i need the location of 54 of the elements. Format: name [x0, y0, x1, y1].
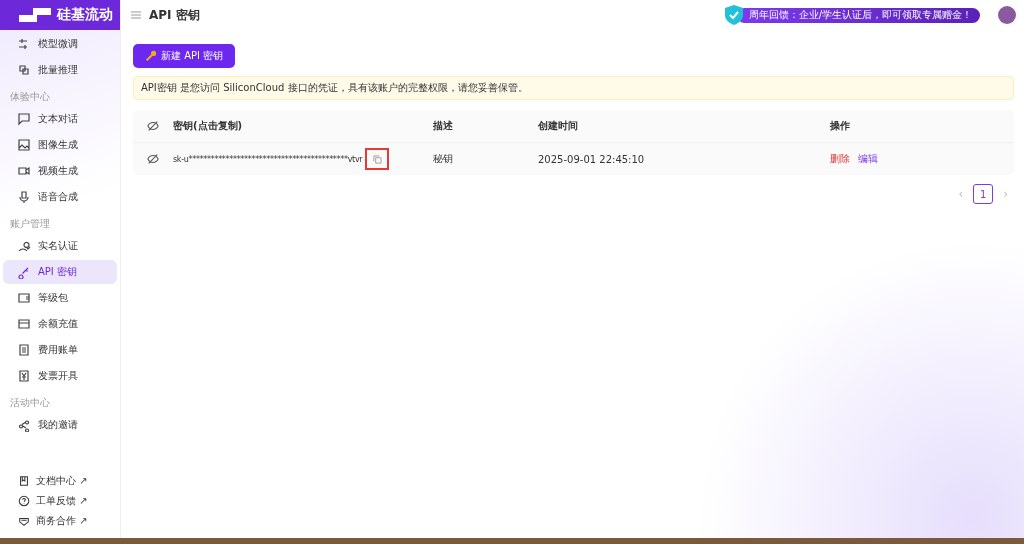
copy-icon: [372, 154, 382, 164]
sidebar-item[interactable]: 视频生成: [3, 159, 117, 183]
new-api-key-button[interactable]: 新建 API 密钥: [133, 44, 236, 68]
sidebar-link[interactable]: 工单反馈 ↗: [36, 494, 88, 508]
image-icon: [17, 138, 31, 152]
key-icon: [145, 50, 157, 62]
sidebar-item[interactable]: 发票开具: [3, 364, 117, 388]
action-link[interactable]: 编辑: [858, 152, 878, 166]
wallet-icon: [17, 291, 31, 305]
sidebar-item[interactable]: 批量推理: [3, 58, 117, 82]
api-key-value[interactable]: sk-u*******************************************vtvr: [173, 154, 363, 164]
sidebar-item[interactable]: 实名认证: [3, 234, 117, 258]
user-icon: [17, 239, 31, 253]
group-label: 体验中心: [9, 90, 51, 104]
card-icon: [17, 317, 31, 331]
group-label: 活动中心: [9, 396, 51, 410]
brand-name: 硅基流动: [57, 6, 113, 24]
page-title: API 密钥: [149, 6, 200, 24]
sidebar-item[interactable]: 模型微调: [3, 32, 117, 56]
sidebar-item[interactable]: 语音合成: [3, 185, 117, 209]
sidebar-item[interactable]: 费用账单: [3, 338, 117, 362]
sidebar-item[interactable]: 等级包: [3, 286, 117, 310]
column-header: 描述: [433, 120, 453, 131]
copy-button[interactable]: [365, 148, 390, 170]
column-header: 密钥(点击复制): [173, 119, 243, 133]
column-header: 操作: [830, 119, 850, 133]
video-icon: [17, 164, 31, 178]
sidebar-item[interactable]: 图像生成: [3, 133, 117, 157]
invoice-icon: [17, 369, 31, 383]
bill-icon: [17, 343, 31, 357]
mic-icon: [17, 190, 31, 204]
column-header: 创建时间: [538, 120, 578, 131]
table-cell: 2025-09-01 22:45:10: [538, 153, 645, 165]
action-link[interactable]: 删除: [830, 152, 850, 166]
help-icon: [18, 495, 30, 507]
avatar[interactable]: [998, 6, 1016, 24]
sidebar-item[interactable]: 文本对话: [3, 107, 117, 131]
group-label: 账户管理: [9, 217, 51, 231]
share-icon: [17, 418, 31, 432]
page-button[interactable]: 1: [973, 184, 994, 204]
shield-check-icon: [724, 5, 743, 25]
eye-off-icon[interactable]: [147, 153, 159, 165]
sidebar-link[interactable]: 文档中心 ↗: [36, 474, 88, 488]
chat-icon: [17, 112, 31, 126]
sidebar-link[interactable]: 商务合作 ↗: [36, 514, 88, 528]
sidebar-item[interactable]: 余额充值: [3, 312, 117, 336]
sidebar-item[interactable]: 我的邀请: [3, 413, 117, 437]
logo-icon: [19, 8, 51, 22]
sidebar-item[interactable]: API 密钥: [3, 260, 117, 284]
eye-off-icon[interactable]: [147, 120, 159, 132]
table-cell: 秘钥: [433, 153, 453, 164]
notice-text: API密钥 是您访问 SiliconCloud 接口的凭证，具有该账户的完整权限，请您妥善保管。: [133, 76, 1014, 100]
book-icon: [18, 475, 30, 487]
key-icon: [17, 265, 31, 279]
